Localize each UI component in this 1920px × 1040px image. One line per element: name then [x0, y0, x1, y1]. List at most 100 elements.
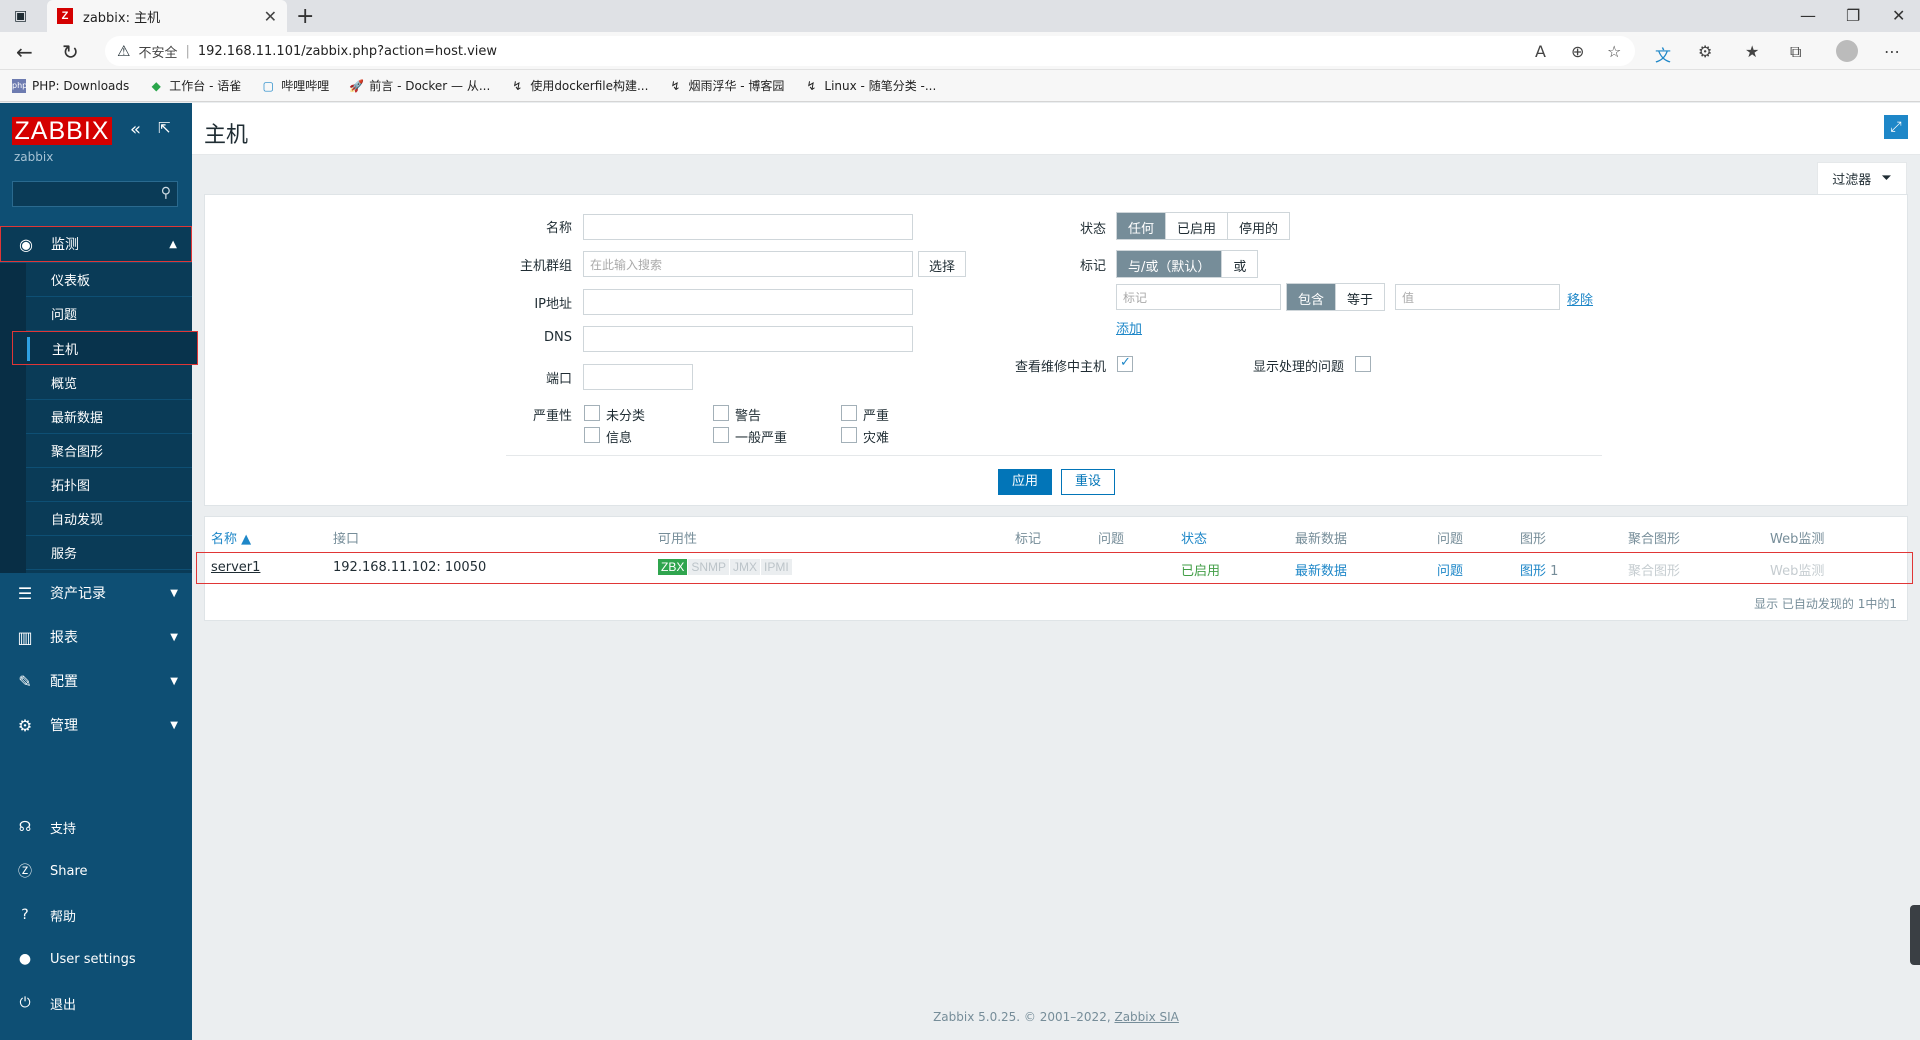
collections-icon[interactable]: ⧉: [1790, 42, 1801, 62]
back-icon[interactable]: ←: [16, 40, 33, 64]
column-header-latest-data: 最新数据: [1295, 532, 1348, 547]
severity-checkbox[interactable]: [713, 427, 729, 443]
severity-checkbox[interactable]: [584, 405, 600, 421]
menu-signout[interactable]: ⏻ 退出: [0, 981, 192, 1025]
bookmark-item[interactable]: ↯ 使用dockerfile构建...: [510, 77, 648, 94]
filter-icon: ⏷: [1881, 171, 1892, 186]
extensions-icon[interactable]: ⚙: [1698, 42, 1712, 61]
tag-value-input[interactable]: 值: [1395, 284, 1560, 310]
status-option-any[interactable]: 任何: [1117, 213, 1167, 239]
menu-monitoring[interactable]: ◉ 监测 ▲: [0, 226, 192, 262]
hostgroup-input[interactable]: 在此输入搜索: [583, 251, 913, 277]
submenu-item-screens[interactable]: 聚合图形: [26, 434, 192, 468]
search-icon[interactable]: ⚲: [161, 185, 171, 201]
submenu-item-discovery[interactable]: 自动发现: [26, 502, 192, 536]
side-panel-handle[interactable]: [1910, 905, 1920, 965]
bookmark-item[interactable]: ↯ Linux - 随笔分类 -...: [804, 77, 936, 94]
column-header-name[interactable]: 名称 ▲: [211, 528, 251, 547]
tags-operator-andor[interactable]: 与/或（默认）: [1117, 251, 1223, 277]
menu-label: 退出: [50, 997, 77, 1013]
name-input[interactable]: [583, 214, 913, 240]
submenu-item-problems[interactable]: 问题: [26, 297, 192, 331]
bookmark-item[interactable]: ▢ 哔哩哔哩: [261, 77, 330, 94]
submenu-item-overview[interactable]: 概览: [26, 366, 192, 400]
translate-icon[interactable]: 文: [1655, 42, 1671, 66]
apply-button[interactable]: 应用: [998, 469, 1052, 495]
kiosk-mode-button[interactable]: ⤢: [1884, 115, 1908, 139]
bookmark-item[interactable]: ◆ 工作台 - 语雀: [149, 77, 242, 94]
host-status[interactable]: 已启用: [1181, 560, 1220, 579]
hide-sidebar-icon[interactable]: ⇱: [158, 119, 171, 137]
profile-icon[interactable]: [1836, 40, 1858, 62]
refresh-icon[interactable]: ↻: [62, 40, 79, 64]
submenu-item-maps[interactable]: 拓扑图: [26, 468, 192, 502]
tag-op-equals[interactable]: 等于: [1336, 284, 1385, 310]
problems-link[interactable]: 问题: [1437, 560, 1463, 579]
minimize-icon[interactable]: —: [1800, 6, 1816, 25]
submenu-item-latest-data[interactable]: 最新数据: [26, 400, 192, 434]
tag-op-contains[interactable]: 包含: [1287, 284, 1337, 310]
browser-tab[interactable]: Z zabbix: 主机 ✕: [47, 0, 287, 32]
submenu-item-hosts[interactable]: 主机: [12, 331, 198, 365]
new-tab-icon[interactable]: +: [296, 4, 314, 29]
menu-inventory[interactable]: ☰ 资产记录 ▼: [0, 575, 192, 611]
severity-checkbox[interactable]: [841, 405, 857, 421]
menu-administration[interactable]: ⚙ 管理 ▼: [0, 707, 192, 743]
maintenance-checkbox[interactable]: [1117, 355, 1133, 372]
hostgroup-label: 主机群组: [519, 259, 572, 274]
url-separator: |: [185, 43, 190, 59]
menu-share[interactable]: Ⓩ Share: [0, 849, 192, 893]
read-aloud-icon[interactable]: A: [1535, 42, 1546, 61]
status-option-disabled[interactable]: 停用的: [1228, 213, 1290, 239]
menu-user-settings[interactable]: ● User settings: [0, 937, 192, 981]
bookmark-item[interactable]: ↯ 烟雨浮华 - 博客园: [668, 77, 784, 94]
bookmark-item[interactable]: 🚀 前言 - Docker — 从...: [349, 77, 490, 94]
dns-input[interactable]: [583, 326, 913, 352]
tab-actions-icon[interactable]: ▣: [14, 8, 30, 24]
chevron-down-icon: ▼: [170, 631, 178, 643]
more-icon[interactable]: ⋯: [1884, 42, 1900, 61]
zabbix-logo[interactable]: ZABBIX: [12, 117, 112, 145]
filter-tab[interactable]: 过滤器 ⏷: [1817, 162, 1907, 194]
zoom-icon[interactable]: ⊕: [1571, 42, 1584, 61]
name-label: 名称: [545, 221, 572, 236]
favorite-add-icon[interactable]: ☆: [1607, 42, 1621, 61]
severity-checkbox[interactable]: [841, 427, 857, 443]
availability-badges: ZBX SNMP JMX IPMI: [658, 559, 793, 575]
submenu-item-dashboard[interactable]: 仪表板: [26, 263, 192, 297]
tag-name-input[interactable]: 标记: [1116, 284, 1281, 310]
maintenance-label: 查看维修中主机: [1014, 360, 1106, 375]
reset-button[interactable]: 重设: [1061, 469, 1115, 495]
filter-divider: [506, 455, 1602, 456]
severity-checkbox[interactable]: [713, 405, 729, 421]
latest-data-link[interactable]: 最新数据: [1295, 560, 1347, 579]
favorites-icon[interactable]: ★: [1745, 42, 1759, 61]
menu-support[interactable]: ☊ 支持: [0, 805, 192, 849]
collapse-sidebar-icon[interactable]: «: [130, 119, 141, 140]
severity-checkbox[interactable]: [584, 427, 600, 443]
close-window-icon[interactable]: ✕: [1892, 6, 1905, 25]
add-tag-link[interactable]: 添加: [1116, 318, 1142, 337]
host-name-link[interactable]: server1: [211, 560, 260, 575]
remove-tag-link[interactable]: 移除: [1567, 289, 1593, 308]
submenu-rail: [0, 263, 26, 573]
menu-reports[interactable]: ▥ 报表 ▼: [0, 619, 192, 655]
company-link[interactable]: Zabbix SIA: [1114, 1010, 1178, 1024]
close-tab-icon[interactable]: ✕: [264, 7, 277, 26]
suppressed-checkbox[interactable]: [1355, 356, 1371, 372]
bookmark-label: 前言 - Docker — 从...: [369, 79, 491, 93]
column-header-status[interactable]: 状态: [1181, 528, 1207, 547]
bookmark-item[interactable]: php PHP: Downloads: [12, 78, 129, 93]
url-bar[interactable]: ⚠ 不安全 | 192.168.11.101/zabbix.php?action…: [105, 36, 1635, 66]
select-hostgroup-button[interactable]: 选择: [918, 251, 967, 277]
graphs-link[interactable]: 图形: [1520, 564, 1546, 579]
submenu-item-services[interactable]: 服务: [26, 536, 192, 570]
menu-configuration[interactable]: ✎ 配置 ▼: [0, 663, 192, 699]
tags-operator-or[interactable]: 或: [1222, 251, 1258, 277]
status-option-enabled[interactable]: 已启用: [1166, 213, 1229, 239]
sidebar-search-input[interactable]: ⚲: [12, 181, 178, 207]
restore-icon[interactable]: ❐: [1846, 6, 1860, 25]
menu-help[interactable]: ? 帮助: [0, 893, 192, 937]
port-input[interactable]: [583, 364, 693, 390]
ip-input[interactable]: [583, 289, 913, 315]
